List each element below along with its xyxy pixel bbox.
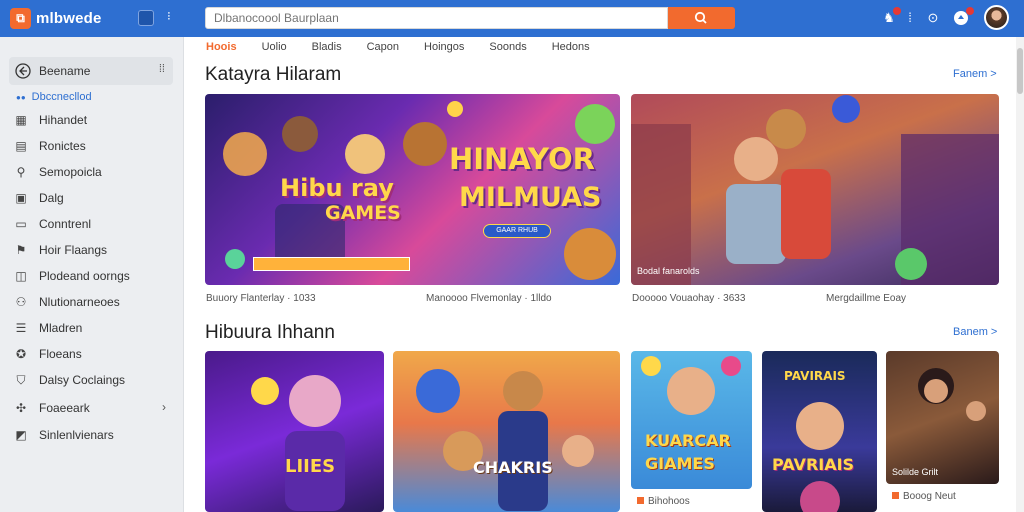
orange-dot-icon: [637, 497, 644, 504]
sidebar-item-semopoicla[interactable]: ⚲ Semopoicla: [14, 162, 102, 182]
banner-title-line2: GAMES: [325, 202, 401, 224]
sidebar-item-ronictes[interactable]: ▤ Ronictes: [14, 136, 85, 156]
scrollbar-thumb[interactable]: [1017, 48, 1023, 94]
more-icon[interactable]: ⁝: [167, 9, 171, 23]
banner-big-line1: HINAYOR: [449, 142, 595, 176]
game-art-2: [416, 369, 594, 511]
sidebar-item-dalsy-coclaings[interactable]: ⛉ Dalsy Coclaings: [14, 370, 125, 390]
caption-featured-2-right: Mergdaillme Eoay: [826, 293, 907, 304]
game-card-4-top: PAVIRAIS: [784, 369, 846, 383]
star-icon: ✪: [15, 347, 27, 361]
section-title-second: Hibuura Ihhann: [205, 322, 335, 343]
sidebar: Beename ⁞⁞ ●● Dbccnecllod ▦ Hihandet ▤ Roni…: [0, 37, 184, 512]
drag-handle-icon[interactable]: ⁞⁞: [159, 63, 165, 75]
caption-featured-1-left: Buuory Flanterlay · 1033: [206, 293, 316, 304]
menu-icon[interactable]: ⁞: [905, 10, 915, 26]
top-bar: ⧉ mlbwede ⁝ ♞ ⁞ ⊙: [0, 0, 1024, 37]
game-card-4-title: PAVRIAIS: [772, 455, 855, 474]
notifications-badge: [966, 7, 974, 15]
caption-featured-1-right: Manoooo Flvemonlay · 1lldo: [426, 293, 552, 304]
sidebar-item-plodeand-oorngs[interactable]: ◫ Plodeand oorngs: [14, 266, 129, 286]
tab-5[interactable]: Soonds: [489, 41, 526, 55]
sidebar-subheading[interactable]: ●● Dbccnecllod: [16, 91, 92, 103]
flag-icon: ⚑: [15, 243, 27, 257]
sidebar-item-dalg[interactable]: ▣ Dalg: [14, 188, 63, 208]
search-input[interactable]: [205, 7, 668, 29]
banner-small-button[interactable]: GAAR RHUB: [483, 224, 551, 238]
featured-card-1[interactable]: Hibu ray GAMES HINAYOR MILMUAS GAAR RHUB: [205, 94, 620, 285]
game-card-3[interactable]: KUARCAR GIAMES: [631, 351, 752, 489]
people-icon: ⚇: [15, 295, 27, 309]
game-card-1-title: LIIES: [285, 456, 336, 477]
sidebar-home-label: Beename: [39, 64, 91, 78]
grid-icon: ▦: [15, 113, 27, 127]
sidebar-item-foaeeark[interactable]: ✣ Foaeeark ›: [14, 398, 166, 418]
sidebar-item-sinlenlvienars[interactable]: ◩ Sinlenlvienars: [14, 425, 113, 445]
tab-0[interactable]: Hoois: [206, 41, 237, 55]
sidebar-item-nlutionarneoes[interactable]: ⚇ Nlutionarneoes: [14, 292, 120, 312]
home-icon[interactable]: [138, 10, 154, 26]
tab-4[interactable]: Hoingos: [424, 41, 464, 55]
game-card-3-line2: GIAMES: [645, 454, 715, 473]
chevron-right-icon: ›: [162, 400, 166, 414]
list-icon: ☰: [15, 321, 27, 335]
tab-3[interactable]: Capon: [367, 41, 399, 55]
tab-6[interactable]: Hedons: [552, 41, 590, 55]
cart-badge: [893, 7, 901, 15]
tab-1[interactable]: Uolio: [262, 41, 287, 55]
brand-name[interactable]: mlbwede: [36, 10, 102, 27]
dot-icon: ●●: [16, 93, 26, 102]
cart-icon[interactable]: ♞: [882, 7, 901, 26]
search-button[interactable]: [668, 7, 735, 29]
caption-featured-2-left: Dooooo Vouaohay · 3633: [632, 293, 746, 304]
scrollbar[interactable]: [1016, 37, 1024, 512]
user-avatar[interactable]: [984, 5, 1009, 30]
game-card-2-title: CHAKRIS: [473, 458, 553, 477]
game-card-1[interactable]: LIIES: [205, 351, 384, 512]
sidebar-item-mladren[interactable]: ☰ Mladren: [14, 318, 83, 338]
sidebar-item-floeans[interactable]: ✪ Floeans: [14, 344, 82, 364]
see-all-link-second[interactable]: Banem >: [953, 326, 997, 338]
game-art-5: [918, 368, 986, 421]
banner-ribbon: [253, 257, 410, 271]
category-tabs: Hoois Uolio Bladis Capon Hoingos Soonds …: [206, 41, 615, 55]
featured-card-2[interactable]: Bodal fanarolds: [631, 94, 999, 285]
settings-icon: ✣: [15, 401, 27, 415]
game-card-2[interactable]: CHAKRIS: [393, 351, 620, 512]
game-card-4[interactable]: PAVIRAIS PAVRIAIS: [762, 351, 877, 512]
orange-dot-icon: [892, 492, 899, 499]
game-card-3-caption: Bihohoos: [637, 496, 690, 507]
featured-card-2-overlay: Bodal fanarolds: [637, 266, 700, 276]
help-icon[interactable]: ⊙: [926, 10, 940, 26]
app-logo-icon[interactable]: ⧉: [10, 8, 31, 29]
notifications-icon[interactable]: [953, 7, 974, 30]
game-card-5-overlay: Solilde Grilt: [892, 467, 939, 477]
game-art-1: [251, 375, 345, 511]
chart-icon: ▣: [15, 191, 27, 205]
tab-2[interactable]: Bladis: [312, 41, 342, 55]
folder-icon: ▭: [15, 217, 27, 231]
game-card-3-line1: KUARCAR: [645, 431, 731, 450]
game-card-5-caption: Booog Neut: [892, 491, 956, 502]
search-icon: [694, 11, 707, 24]
back-icon: [15, 63, 31, 79]
sidebar-item-hihandet[interactable]: ▦ Hihandet: [14, 110, 87, 130]
controller-icon: ◫: [15, 269, 27, 283]
document-icon: ▤: [15, 139, 27, 153]
shield-icon: ⛉: [16, 373, 26, 387]
sidebar-home-item[interactable]: Beename ⁞⁞: [9, 57, 173, 85]
featured-art-2: [631, 95, 999, 285]
sidebar-item-hoir-flaangs[interactable]: ⚑ Hoir Flaangs: [14, 240, 107, 260]
see-all-link-featured[interactable]: Fanem >: [953, 68, 997, 80]
tag-icon: ◩: [15, 428, 27, 442]
sidebar-item-conntrenl[interactable]: ▭ Conntrenl: [14, 214, 91, 234]
section-title-featured: Katayra Hilaram: [205, 64, 342, 85]
banner-title-line1: Hibu ray: [280, 174, 394, 202]
search-icon: ⚲: [16, 165, 26, 179]
banner-big-line2: MILMUAS: [459, 182, 602, 213]
game-card-5[interactable]: Solilde Grilt: [886, 351, 999, 484]
